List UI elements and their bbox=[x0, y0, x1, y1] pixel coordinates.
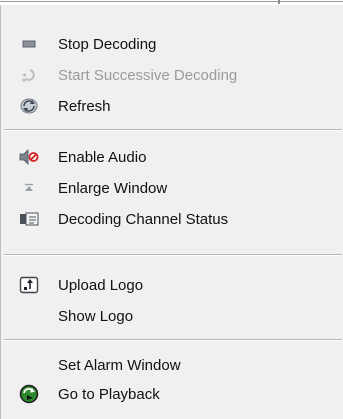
enlarge-icon bbox=[19, 179, 39, 197]
menu-item-label: Enable Audio bbox=[58, 149, 147, 166]
upload-icon bbox=[19, 276, 39, 294]
menu-item-go-to-playback[interactable]: Go to Playback bbox=[1, 379, 343, 409]
refresh-icon bbox=[19, 97, 39, 115]
menu-item-label: Start Successive Decoding bbox=[58, 67, 238, 84]
menu-item-label: Enlarge Window bbox=[58, 180, 168, 197]
menu-item-label: Set Alarm Window bbox=[58, 357, 181, 374]
menu-item-upload-logo[interactable]: Upload Logo bbox=[1, 270, 343, 300]
menu-item-stop-decoding[interactable]: Stop Decoding bbox=[1, 29, 343, 59]
menu-item-label: Stop Decoding bbox=[58, 36, 157, 53]
parent-window-border bbox=[0, 1, 343, 2]
stop-decoding-icon bbox=[19, 35, 39, 53]
context-menu: Stop Decoding Start Successive Decoding … bbox=[0, 5, 343, 419]
channel-status-icon bbox=[19, 210, 39, 228]
menu-separator bbox=[4, 129, 342, 131]
menu-separator bbox=[4, 339, 342, 341]
menu-item-refresh[interactable]: Refresh bbox=[1, 91, 343, 121]
menu-item-label: Go to Playback bbox=[58, 386, 160, 403]
menu-item-label: Upload Logo bbox=[58, 277, 144, 294]
menu-item-enlarge-window[interactable]: Enlarge Window bbox=[1, 173, 343, 203]
parent-window-tick bbox=[278, 0, 280, 4]
playback-icon bbox=[19, 384, 39, 404]
menu-item-start-successive-decoding: Start Successive Decoding bbox=[1, 60, 343, 90]
menu-item-set-alarm-window[interactable]: Set Alarm Window bbox=[1, 350, 343, 380]
menu-item-label: Decoding Channel Status bbox=[58, 211, 229, 228]
parent-window-edge bbox=[0, 0, 343, 4]
menu-separator bbox=[4, 254, 342, 256]
audio-disabled-icon bbox=[19, 148, 39, 166]
menu-item-decoding-channel-status[interactable]: Decoding Channel Status bbox=[1, 204, 343, 234]
successive-decoding-icon bbox=[19, 66, 39, 84]
menu-item-label: Refresh bbox=[58, 98, 111, 115]
menu-item-label: Show Logo bbox=[58, 308, 134, 325]
menu-item-show-logo[interactable]: Show Logo bbox=[1, 301, 343, 331]
menu-item-enable-audio[interactable]: Enable Audio bbox=[1, 142, 343, 172]
